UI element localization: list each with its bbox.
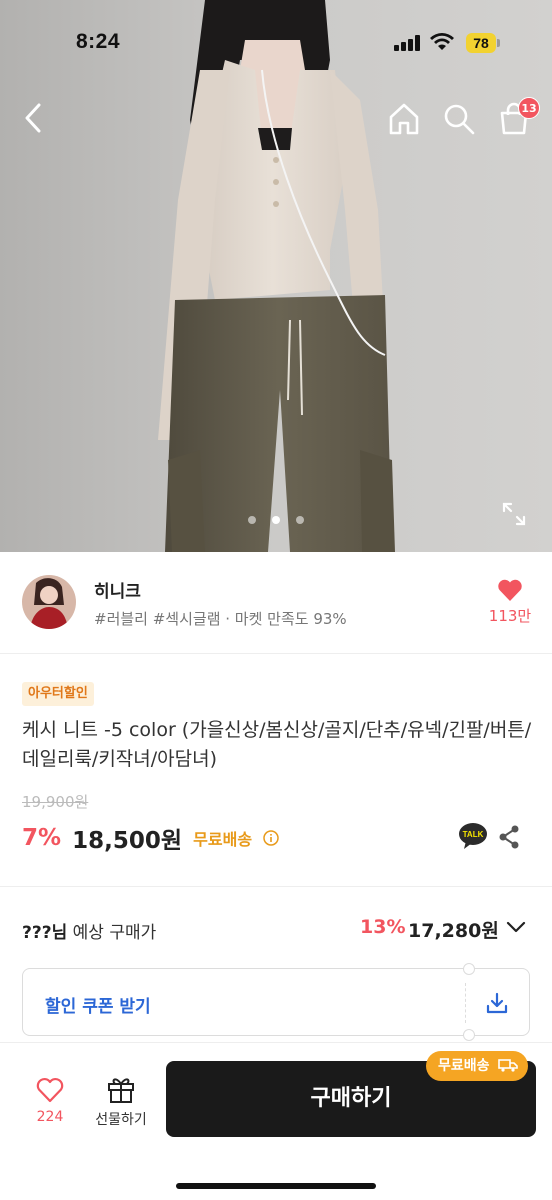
bottom-action-bar: 224 선물하기 구매하기 무료배송	[0, 1042, 552, 1200]
promo-badge: 아우터할인	[22, 682, 94, 706]
search-icon[interactable]	[441, 101, 477, 137]
coupon-notch	[463, 963, 475, 975]
battery-cap	[497, 39, 500, 47]
sale-price: 18,500원	[72, 828, 183, 854]
carousel-dot[interactable]	[296, 516, 304, 524]
price-row: 7% 18,500원 무료배송	[22, 821, 279, 855]
home-indicator	[176, 1183, 376, 1189]
section-divider	[0, 886, 552, 887]
heart-icon[interactable]	[36, 1077, 64, 1103]
original-price: 19,900원	[22, 793, 89, 811]
expected-discount: 13%	[360, 916, 406, 938]
wifi-icon	[430, 33, 454, 50]
discount-rate: 7%	[22, 825, 62, 851]
status-time: 8:24	[76, 30, 121, 53]
signal-icon	[394, 35, 420, 51]
coupon-notch	[463, 1029, 475, 1041]
expected-price: 17,280원	[408, 920, 499, 942]
truck-icon	[498, 1059, 519, 1072]
expand-icon[interactable]	[500, 500, 528, 528]
shop-avatar[interactable]	[22, 575, 76, 629]
gift-label[interactable]: 선물하기	[86, 1109, 156, 1129]
free-shipping-tag: 무료배송	[426, 1051, 529, 1081]
coupon-separator	[465, 983, 466, 1023]
share-icon[interactable]	[498, 825, 520, 849]
carousel-indicator	[246, 516, 306, 526]
kakao-talk-icon[interactable]: TALK	[458, 822, 488, 850]
shop-like-count: 113만	[488, 607, 532, 625]
back-icon[interactable]	[18, 100, 50, 136]
free-shipping-tag-label: 무료배송	[438, 1058, 490, 1074]
carousel-dot[interactable]	[248, 516, 256, 524]
svg-text:TALK: TALK	[463, 830, 484, 839]
carousel-dot-active[interactable]	[272, 516, 280, 524]
expected-price-row[interactable]: ???님 예상 구매가 13% 17,280원	[0, 900, 552, 956]
battery-level: 78	[466, 33, 496, 53]
shop-row[interactable]: 히니크 #러블리 #섹시글램 · 마켓 만족도 93% 113만	[0, 552, 552, 654]
status-bar: 8:24 78	[0, 0, 552, 92]
product-image[interactable]: 8:24 78 13	[0, 0, 552, 552]
coupon-label: 할인 쿠폰 받기	[45, 997, 151, 1017]
shop-name[interactable]: 히니크	[94, 577, 141, 602]
download-icon[interactable]	[485, 991, 509, 1015]
cart-count-badge: 13	[518, 97, 540, 119]
product-title: 케시 니트 -5 color (가을신상/봄신상/골지/단추/유넥/긴팔/버튼/…	[22, 719, 532, 770]
expected-label-text: 예상 구매가	[67, 923, 157, 943]
shop-tags: #러블리 #섹시글램 · 마켓 만족도 93%	[94, 610, 347, 628]
coupon-button[interactable]: 할인 쿠폰 받기	[22, 963, 530, 1041]
heart-icon[interactable]	[497, 578, 523, 602]
like-count: 224	[36, 1109, 64, 1125]
user-name: ???님	[22, 923, 68, 943]
expected-price-label: ???님 예상 구매가	[22, 918, 156, 943]
chevron-down-icon[interactable]	[506, 920, 526, 934]
free-shipping-label: 무료배송	[193, 830, 253, 849]
home-icon[interactable]	[386, 101, 422, 137]
battery-icon: 78	[466, 33, 500, 53]
info-icon[interactable]	[263, 830, 279, 846]
gift-icon[interactable]	[106, 1074, 136, 1104]
